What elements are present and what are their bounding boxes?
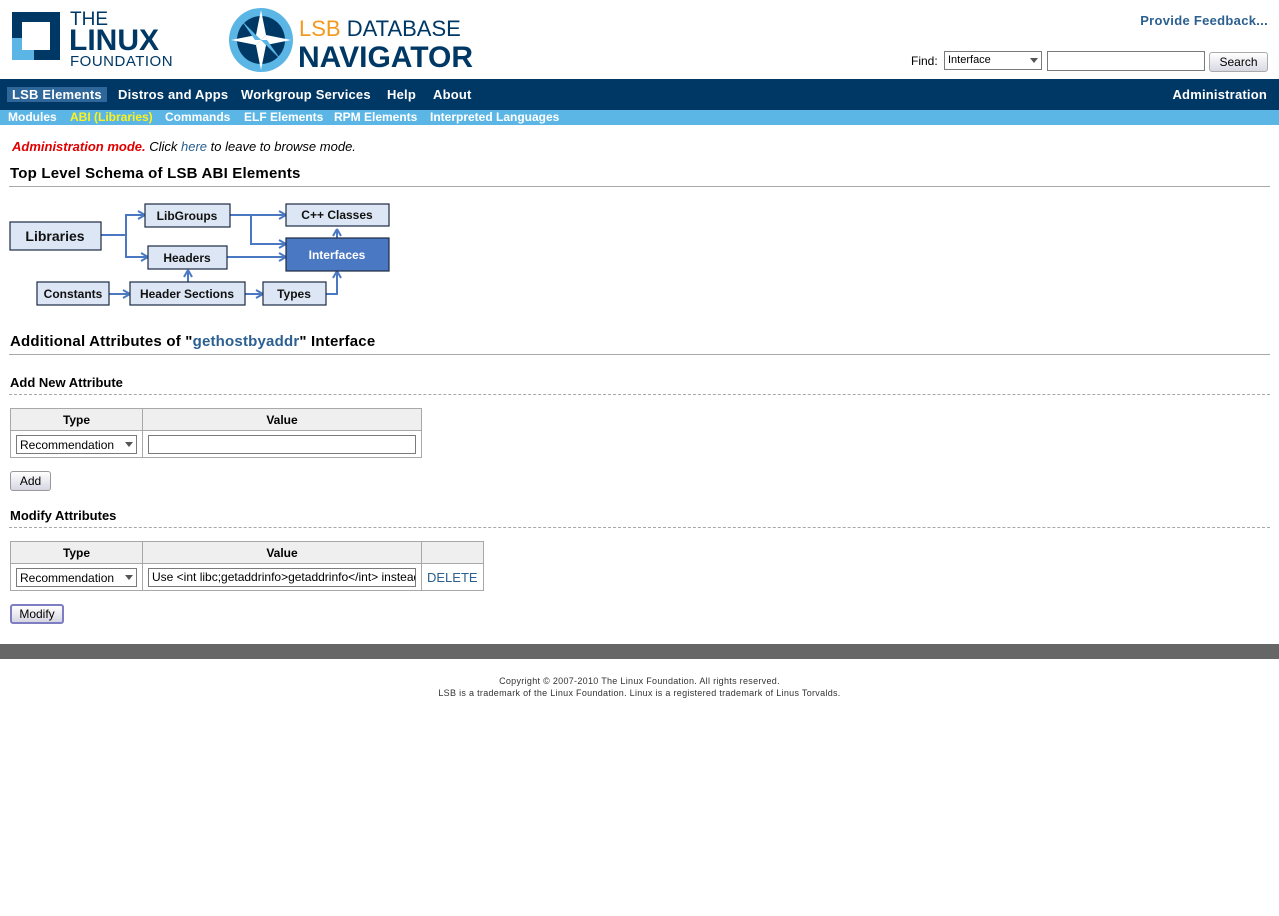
leave-admin-link[interactable]: here [181, 139, 207, 154]
chevron-down-icon [125, 441, 133, 447]
nav-distros-apps[interactable]: Distros and Apps [118, 87, 228, 102]
schema-label-constants: Constants [44, 287, 103, 301]
modify-type-select[interactable]: Recommendation [16, 567, 137, 587]
dashed-divider [9, 527, 1270, 528]
admin-click-text: Click [145, 139, 182, 154]
nav-workgroup-services[interactable]: Workgroup Services [241, 87, 371, 102]
modify-value-input[interactable]: Use <int libc;getaddrinfo>getaddrinfo</i… [148, 567, 416, 587]
schema-label-libgroups: LibGroups [157, 209, 218, 223]
action-cell: DELETE [421, 563, 484, 591]
provide-feedback-link[interactable]: Provide Feedback... [1140, 13, 1268, 28]
nav-administration[interactable]: Administration [1172, 87, 1267, 102]
table-row: Recommendation Use <int libc;getaddrinfo… [10, 563, 484, 591]
sub-nav: Modules ABI (Libraries) Commands ELF Ele… [0, 110, 1279, 125]
table-header-row: Type Value [10, 408, 422, 431]
column-action [421, 541, 484, 564]
linux-foundation-logo[interactable]: THE LINUX FOUNDATION [12, 8, 207, 70]
divider [9, 186, 1270, 187]
type-cell: Recommendation [10, 430, 143, 458]
dashed-divider [9, 394, 1270, 395]
nav-help[interactable]: Help [387, 87, 416, 102]
value-cell [142, 430, 422, 458]
schema-title: Top Level Schema of LSB ABI Elements [10, 165, 301, 182]
add-button[interactable]: Add [10, 471, 51, 491]
add-type-select[interactable]: Recommendation [16, 434, 137, 454]
modify-type-value: Recommendation [20, 570, 115, 585]
interface-link[interactable]: gethostbyaddr [193, 333, 300, 350]
table-header-row: Type Value [10, 541, 484, 564]
schema-label-cpp-classes: C++ Classes [301, 208, 373, 222]
schema-diagram: Libraries LibGroups Headers C++ Classes … [9, 203, 390, 306]
search-input[interactable] [1047, 51, 1205, 71]
admin-mode-note: Administration mode. Click here to leave… [12, 139, 356, 154]
add-type-value: Recommendation [20, 437, 115, 452]
schema-label-header-sections: Header Sections [140, 287, 234, 301]
copyright: Copyright © 2007-2010 The Linux Foundati… [0, 675, 1279, 699]
column-value: Value [142, 408, 422, 431]
find-label: Find: [911, 54, 938, 68]
lsb-navigator-text: NAVIGATOR [298, 41, 473, 74]
lsb-navigator-logo[interactable]: LSB DATABASE NAVIGATOR [227, 6, 482, 74]
delete-link[interactable]: DELETE [427, 570, 478, 585]
attributes-title-suffix: " Interface [299, 333, 376, 350]
copyright-line: Copyright © 2007-2010 The Linux Foundati… [499, 676, 780, 686]
divider [9, 354, 1270, 355]
column-type: Type [10, 541, 143, 564]
subnav-rpm-elements[interactable]: RPM Elements [334, 110, 417, 125]
admin-rest-text: to leave to browse mode. [207, 139, 356, 154]
find-type-value: Interface [948, 54, 991, 66]
value-cell: Use <int libc;getaddrinfo>getaddrinfo</i… [142, 563, 422, 591]
column-value: Value [142, 541, 422, 564]
nav-about[interactable]: About [433, 87, 472, 102]
type-cell: Recommendation [10, 563, 143, 591]
chevron-down-icon [1030, 58, 1038, 63]
attributes-title-prefix: Additional Attributes of " [10, 333, 193, 350]
logo-text-foundation: FOUNDATION [70, 53, 173, 70]
modify-button[interactable]: Modify [10, 604, 64, 624]
modify-attributes-heading: Modify Attributes [10, 508, 117, 523]
admin-mode-label: Administration mode. [12, 139, 146, 154]
chevron-down-icon [125, 574, 133, 580]
add-attribute-table: Type Value Recommendation [10, 408, 422, 458]
find-type-select[interactable]: Interface [944, 51, 1042, 70]
search-button[interactable]: Search [1209, 52, 1268, 72]
schema-label-types: Types [277, 287, 311, 301]
nav-lsb-elements[interactable]: LSB Elements [7, 87, 107, 102]
lsb-db-text: LSB DATABASE [299, 16, 461, 41]
subnav-interpreted-languages[interactable]: Interpreted Languages [430, 110, 559, 125]
schema-label-interfaces: Interfaces [309, 248, 366, 262]
subnav-elf-elements[interactable]: ELF Elements [244, 110, 323, 125]
subnav-commands[interactable]: Commands [165, 110, 230, 125]
schema-label-libraries: Libraries [25, 228, 84, 244]
column-type: Type [10, 408, 143, 431]
schema-label-headers: Headers [163, 251, 211, 265]
table-row: Recommendation [10, 430, 422, 458]
footer-bar [0, 644, 1279, 659]
subnav-modules[interactable]: Modules [8, 110, 57, 125]
main-nav: LSB Elements Distros and Apps Workgroup … [0, 79, 1279, 110]
modify-attributes-table: Type Value Recommendation Use <int libc;… [10, 541, 484, 591]
attributes-title: Additional Attributes of "gethostbyaddr"… [10, 333, 375, 350]
subnav-abi-libraries[interactable]: ABI (Libraries) [70, 110, 153, 125]
page-header: THE LINUX FOUNDATION LSB DATABASE NAVIGA… [0, 0, 1279, 79]
add-value-input[interactable] [148, 434, 416, 454]
add-attribute-heading: Add New Attribute [10, 375, 123, 390]
trademark-line: LSB is a trademark of the Linux Foundati… [438, 688, 841, 698]
